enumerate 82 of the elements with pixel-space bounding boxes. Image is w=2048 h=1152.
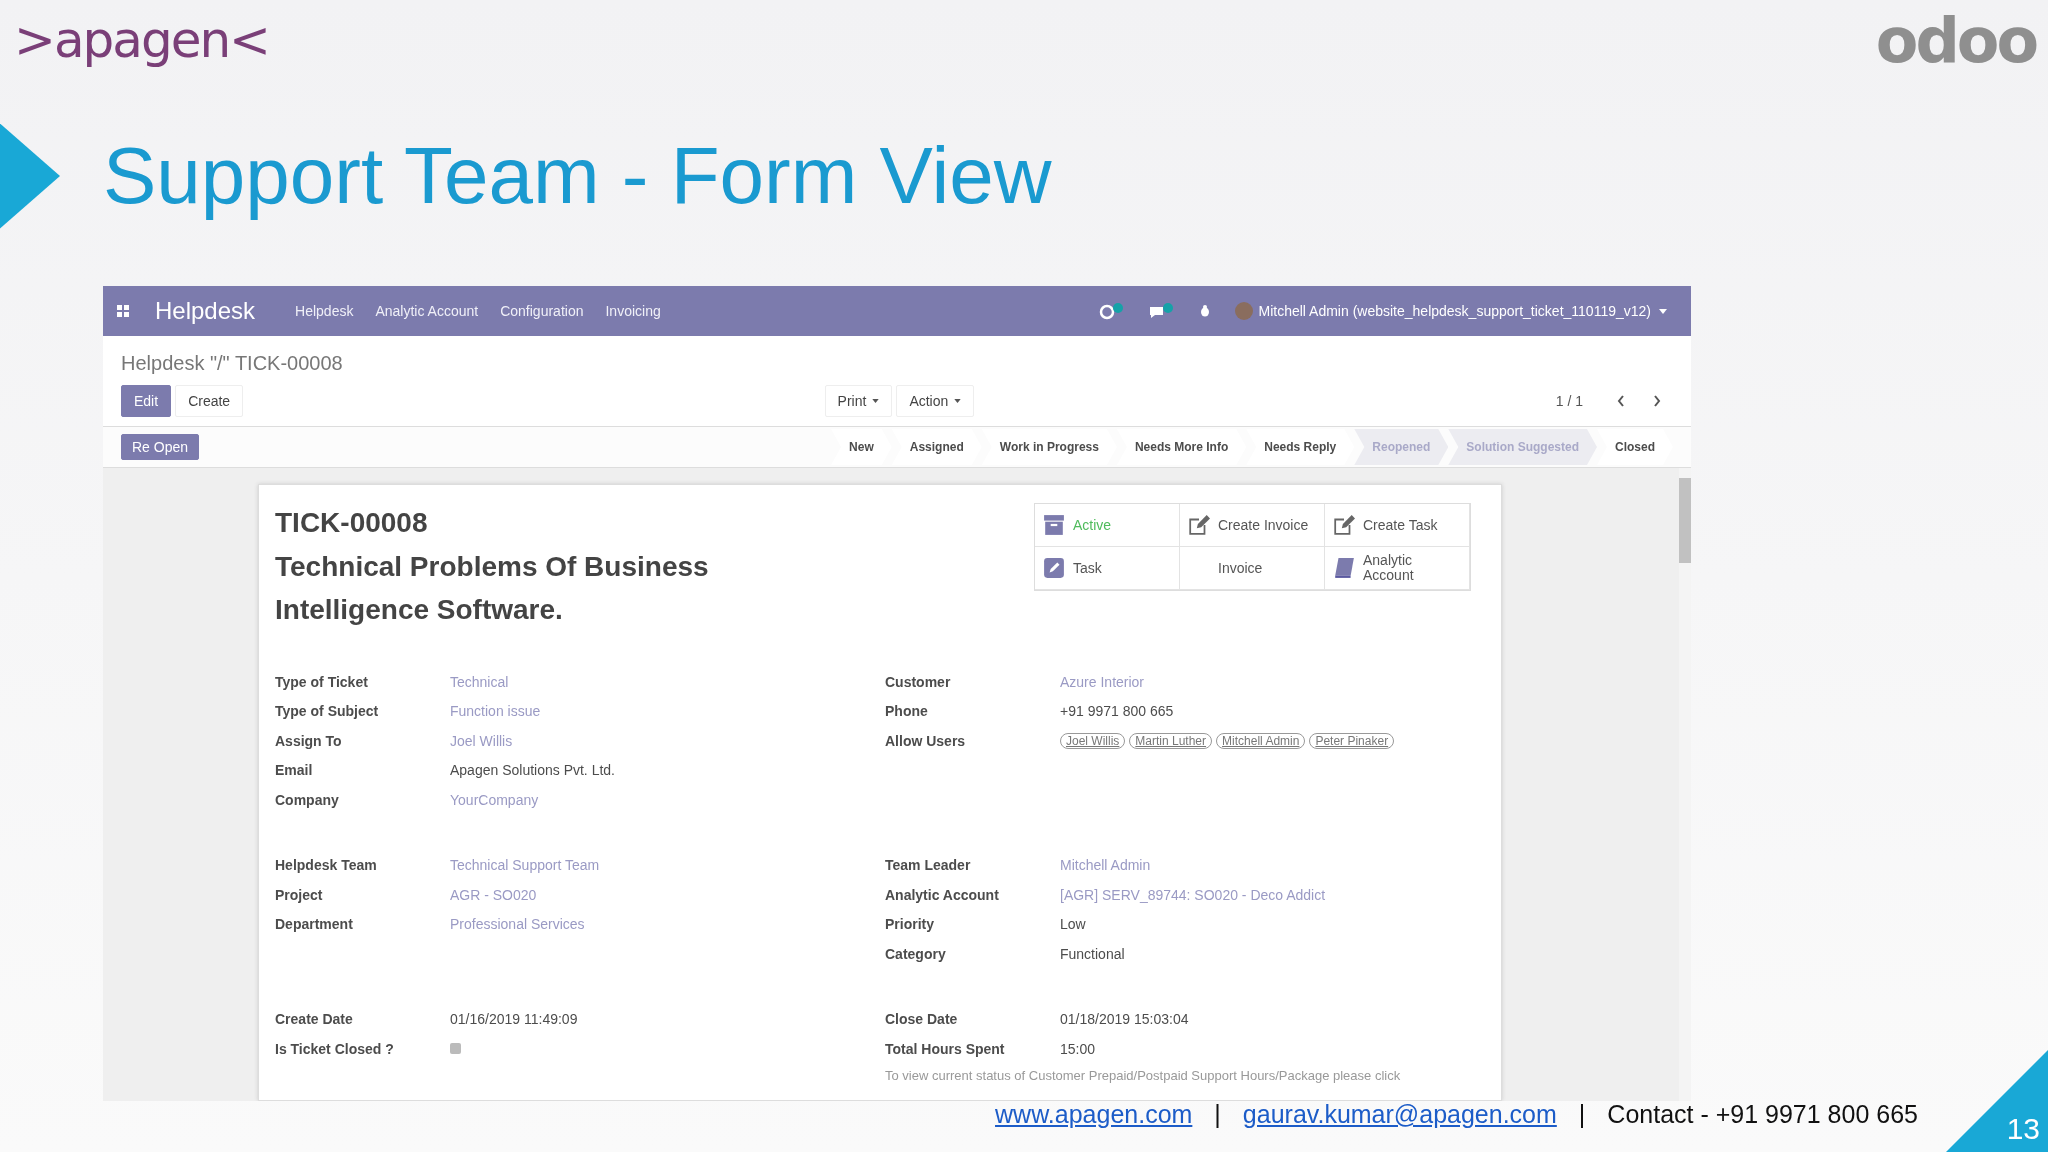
footer-link[interactable]: www.apagen.com: [995, 1100, 1193, 1129]
field-label: Close Date: [885, 1011, 959, 1028]
field-label: Department: [275, 916, 354, 933]
field-link[interactable]: Function issue: [450, 703, 541, 720]
field-value: Functional: [1060, 945, 1125, 962]
smart-button[interactable]: Active: [1035, 504, 1180, 547]
field-label: Total Hours Spent: [885, 1040, 1006, 1057]
field-label: Type of Ticket: [275, 673, 369, 690]
reopen-button[interactable]: Re Open: [121, 434, 200, 460]
page-number: 13: [2006, 1112, 2040, 1146]
field-label: Company: [275, 791, 340, 808]
app-name[interactable]: Helpdesk: [155, 297, 256, 325]
smart-button[interactable]: Invoice: [1180, 547, 1325, 590]
archive-icon: [1043, 514, 1065, 536]
field-link[interactable]: [AGR] SERV_89744: SO020 - Deco Addict: [1060, 886, 1326, 903]
create-button[interactable]: Create: [175, 385, 244, 417]
dropdown-button[interactable]: Action: [896, 385, 975, 417]
edit-button[interactable]: Edit: [121, 385, 172, 417]
field-label: Project: [275, 886, 324, 903]
field-label: Analytic Account: [885, 886, 1000, 903]
field-label: Assign To: [275, 732, 343, 749]
field-label: Is Ticket Closed ?: [275, 1040, 395, 1057]
book-icon: [1333, 557, 1355, 579]
field-label: Helpdesk Team: [275, 857, 378, 874]
field-label: Priority: [885, 916, 935, 933]
field-value: Low: [1060, 916, 1086, 933]
field-value: +91 9971 800 665: [1060, 703, 1174, 720]
footer-contact: Contact - +91 9971 800 665: [1607, 1100, 1918, 1129]
field-value: 15:00: [1060, 1040, 1096, 1057]
help-note: To view current status of Customer Prepaid/Postpaid Support Hours/Package please click: [885, 1067, 1402, 1083]
edit-icon: [1333, 514, 1355, 536]
smart-button[interactable]: Create Task: [1325, 504, 1470, 547]
next-icon[interactable]: [1653, 395, 1661, 407]
field-label: Category: [885, 945, 947, 962]
field-link[interactable]: Azure Interior: [1060, 673, 1145, 690]
field-label: Create Date: [275, 1011, 354, 1028]
caret-icon: [872, 399, 880, 403]
previous-icon[interactable]: [1617, 395, 1625, 407]
dropdown-button[interactable]: Print: [824, 385, 893, 417]
pencil-icon: [1043, 557, 1065, 579]
breadcrumb[interactable]: Helpdesk "/" TICK-00008: [121, 352, 1673, 375]
field-label: Allow Users: [885, 732, 967, 749]
footer-separator: |: [1578, 1100, 1586, 1129]
scrollbar-thumb[interactable]: [1679, 478, 1691, 563]
field-link[interactable]: Technical Support Team: [450, 857, 600, 874]
field-label: Type of Subject: [275, 703, 380, 720]
menu-item[interactable]: Configuration: [500, 303, 584, 319]
menu-item[interactable]: Analytic Account: [375, 303, 479, 319]
smart-button[interactable]: Task: [1035, 547, 1180, 590]
field-value: 01/16/2019 11:49:09: [450, 1011, 578, 1028]
apps-grid-icon[interactable]: [117, 305, 129, 317]
partner-logo: odoo: [1875, 3, 2036, 77]
footer-separator: |: [1214, 1100, 1221, 1129]
menu-item[interactable]: Invoicing: [605, 303, 661, 319]
smart-button[interactable]: Analytic Account: [1325, 547, 1470, 590]
field-link[interactable]: Professional Services: [450, 916, 585, 933]
field-link[interactable]: Technical: [450, 673, 509, 690]
field-label: Email: [275, 762, 314, 779]
user-menu[interactable]: Mitchell Admin (website_helpdesk_support_ticket_110119_v12): [1258, 303, 1651, 319]
menu-item[interactable]: Helpdesk: [295, 303, 354, 319]
field-value: 01/18/2019 15:03:04: [1060, 1011, 1189, 1028]
field-link[interactable]: YourCompany: [450, 791, 539, 808]
field-link[interactable]: Mitchell Admin: [1060, 857, 1151, 874]
slide-title: Support Team - Form View: [103, 130, 1052, 222]
field-label: Customer: [885, 673, 952, 690]
chat-icon[interactable]: [1148, 302, 1175, 320]
checkbox[interactable]: [450, 1043, 461, 1055]
edit-icon: [1188, 514, 1210, 536]
footer-link[interactable]: gaurav.kumar@apagen.com: [1242, 1100, 1557, 1129]
caret-icon[interactable]: [1659, 308, 1667, 314]
brand-logo: >apagen<: [14, 11, 269, 69]
pager-count: 1 / 1: [1555, 393, 1583, 409]
ticket-subject: Technical Problems Of Business Intelligence Software.: [275, 550, 710, 627]
field-value: Apagen Solutions Pvt. Ltd.: [450, 762, 615, 779]
ticket-number: TICK-00008: [275, 507, 429, 539]
field-link[interactable]: Joel Willis: [450, 732, 513, 749]
field-link[interactable]: AGR - SO020: [450, 886, 537, 903]
activity-icon[interactable]: [1098, 302, 1125, 320]
smart-button[interactable]: Create Invoice: [1180, 504, 1325, 547]
field-label: Phone: [885, 703, 929, 720]
caret-icon: [954, 399, 962, 403]
field-label: Team Leader: [885, 857, 972, 874]
